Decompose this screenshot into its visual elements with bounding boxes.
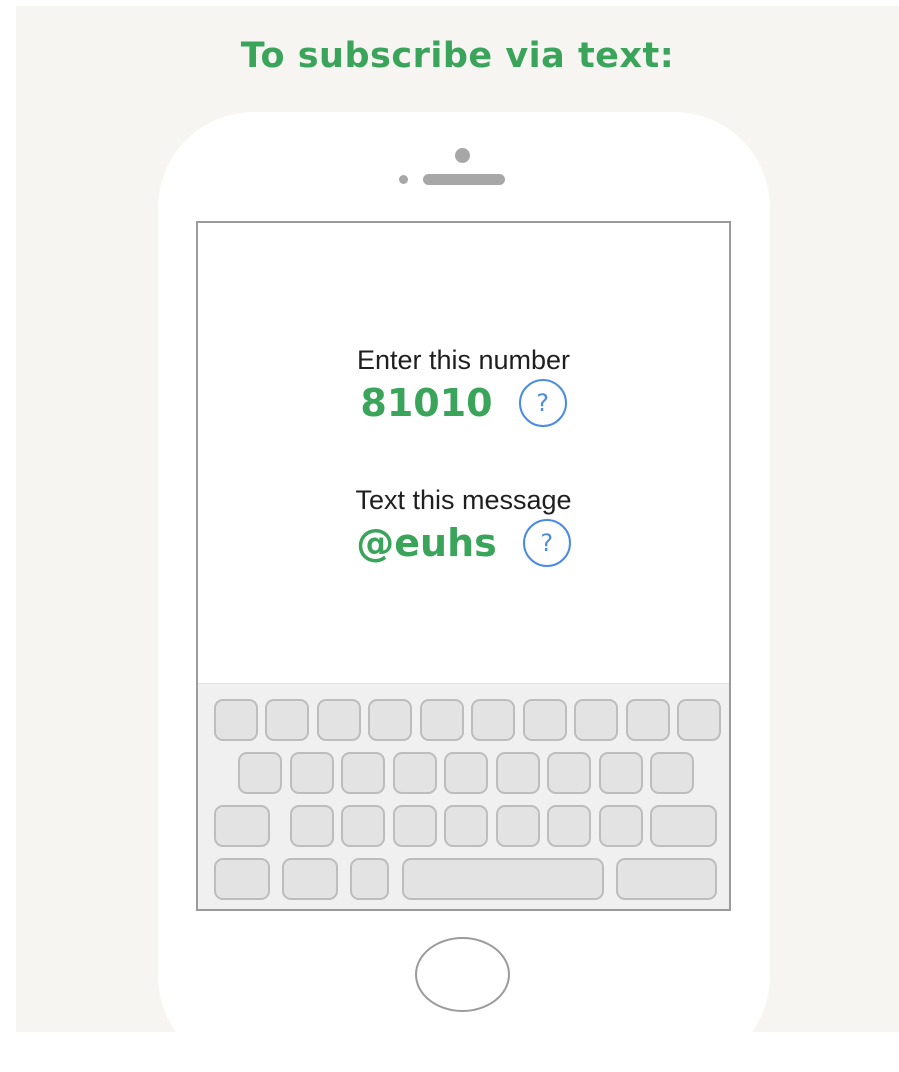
keyboard-key[interactable] xyxy=(368,699,412,741)
help-circle-icon[interactable]: ? xyxy=(522,519,571,567)
keyboard-key[interactable] xyxy=(214,699,258,741)
message-row: @euhs ? xyxy=(198,519,729,567)
keyboard-key[interactable] xyxy=(650,752,694,794)
onscreen-keyboard xyxy=(198,683,729,909)
keyword-message: @euhs xyxy=(356,521,497,565)
keyboard-key[interactable] xyxy=(238,752,282,794)
short-code-number: 81010 xyxy=(360,381,493,425)
keyboard-key[interactable] xyxy=(444,752,488,794)
keyboard-key[interactable] xyxy=(574,699,618,741)
keyboard-key[interactable] xyxy=(341,752,385,794)
keyboard-key[interactable] xyxy=(626,699,670,741)
keyboard-key[interactable] xyxy=(341,805,385,847)
keyboard-key[interactable] xyxy=(677,699,721,741)
keyboard-key[interactable] xyxy=(317,699,361,741)
keyboard-key[interactable] xyxy=(547,805,591,847)
keyboard-key[interactable] xyxy=(214,858,270,900)
keyboard-key[interactable] xyxy=(444,805,488,847)
keyboard-key[interactable] xyxy=(547,752,591,794)
keyboard-key[interactable] xyxy=(393,805,437,847)
page-title: To subscribe via text: xyxy=(240,36,675,76)
keyboard-key[interactable] xyxy=(420,699,464,741)
keyboard-key[interactable] xyxy=(290,805,334,847)
keyboard-key[interactable] xyxy=(616,858,717,900)
keyboard-key[interactable] xyxy=(650,805,717,847)
home-button-icon[interactable] xyxy=(415,937,510,1012)
keyboard-key[interactable] xyxy=(599,752,643,794)
keyboard-key[interactable] xyxy=(496,805,540,847)
keyboard-key[interactable] xyxy=(393,752,437,794)
help-circle-icon[interactable]: ? xyxy=(518,379,567,427)
front-camera-icon xyxy=(455,148,470,163)
keyboard-key[interactable] xyxy=(523,699,567,741)
keyboard-key[interactable] xyxy=(471,699,515,741)
keyboard-key[interactable] xyxy=(402,858,604,900)
number-row: 81010 ? xyxy=(198,379,729,427)
keyboard-key[interactable] xyxy=(265,699,309,741)
keyboard-key[interactable] xyxy=(350,858,389,900)
keyboard-key[interactable] xyxy=(599,805,643,847)
proximity-sensor-icon xyxy=(399,175,408,184)
keyboard-key[interactable] xyxy=(282,858,338,900)
keyboard-key[interactable] xyxy=(290,752,334,794)
earpiece-speaker-icon xyxy=(423,174,505,185)
message-label: Text this message xyxy=(355,485,572,515)
number-label: Enter this number xyxy=(356,345,571,375)
keyboard-key[interactable] xyxy=(214,805,270,847)
phone-screen: Enter this number 81010 ? Text this mess… xyxy=(196,221,731,911)
keyboard-key[interactable] xyxy=(496,752,540,794)
